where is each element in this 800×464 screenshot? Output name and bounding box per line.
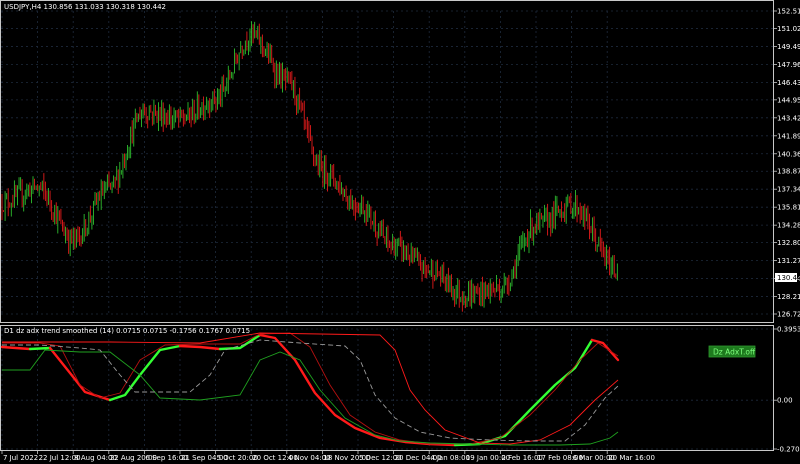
indicator-tick-label: 0.00 [777,397,793,405]
price-tick-label: 131.270 [777,257,800,265]
price-tick-label: 137.345 [777,186,800,194]
price-tick-label: 140.360 [777,150,800,158]
indicator-tick-label: -0.2709 [777,446,800,454]
indicator-panel[interactable] [0,325,774,451]
indicator-header: D1 dz adx trend smoothed (14) 0.0715 0.0… [4,327,250,335]
price-tick-label: 128.210 [777,293,800,301]
time-tick-label: 4 Jan 08:00 [430,454,470,462]
trend-line-up [28,346,52,351]
price-tick-label: 144.950 [777,96,800,104]
price-tick-label: 135.815 [777,204,800,212]
price-tick-label: 147.965 [777,61,800,69]
indicator-badge-label: Dz AdxT.off [713,348,756,357]
price-tick-label: 143.420 [777,114,800,122]
price-tick-label: 134.285 [777,222,800,230]
price-tick-label: 146.435 [777,79,800,87]
indicator-axis: 0.3953 0.00 -0.2709 [773,326,800,454]
price-tick-label: 149.495 [777,43,800,51]
price-tick-label: 152.510 [777,8,800,16]
price-tick-label: 141.890 [777,132,800,140]
price-axis: 152.510 151.025 149.495 147.965 146.435 144.9… [773,8,800,319]
time-tick-label: 7 Jul 2022 [3,454,38,462]
time-tick-label: 20 Mar 16:00 [608,454,655,462]
price-tick-label: 138.875 [777,168,800,176]
trading-chart[interactable]: 152.510 151.025 149.495 147.965 146.435 144.9… [0,0,800,464]
current-price-label: 130.442 [777,274,800,282]
price-tick-label: 132.800 [777,239,800,247]
chart-symbol-header: USDJPY,H4 130.856 131.033 130.318 130.44… [4,3,166,11]
price-tick-label: 151.025 [777,25,800,33]
time-axis: 7 Jul 2022 22 Jul 12:008 Aug 04:0022 Aug … [1,450,655,462]
main-chart-panel[interactable] [0,0,774,323]
price-tick-label: 126.725 [777,311,800,319]
indicator-tick-label: 0.3953 [777,326,800,334]
